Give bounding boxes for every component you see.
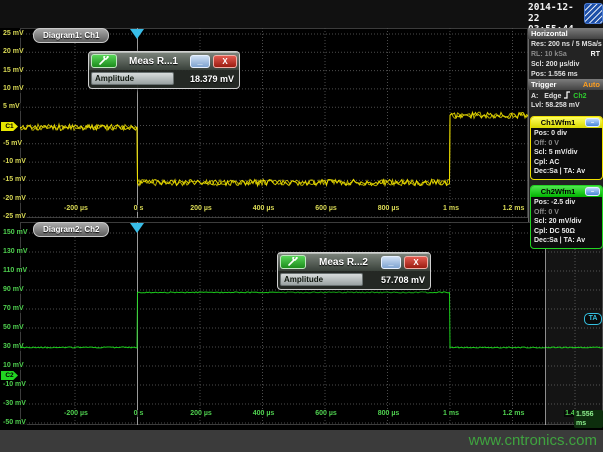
horizontal-rows: Res: 200 ns / 5 MSa/sRL: 10 kSaRTScl: 20… [528, 39, 603, 79]
meas1-titlebar[interactable]: Meas R...1 _ X [89, 52, 239, 70]
meas-result-window-2[interactable]: Meas R...2 _ X Amplitude 57.708 mV [277, 252, 431, 290]
wrench-icon-glyph [98, 56, 110, 66]
ch2-setting-row: Pos: -2.5 div [534, 198, 599, 208]
trigger-mode-badge: Auto [583, 79, 600, 90]
ch2-setting-row: Scl: 20 mV/div [534, 217, 599, 227]
trigger-position-marker-d1[interactable] [130, 29, 144, 39]
tab-diagram1[interactable]: Diagram1: Ch1 [33, 28, 109, 43]
trigger-title: Trigger [531, 79, 556, 90]
meas1-parameter[interactable]: Amplitude [91, 72, 174, 85]
ch1-setting-row: Scl: 5 mV/div [534, 148, 599, 158]
horizontal-section-header[interactable]: Horizontal [528, 28, 603, 39]
close-button[interactable]: X [404, 256, 428, 269]
trigger-position-marker-d2[interactable] [130, 223, 144, 233]
ch2-setting-row: Dec:Sa | TA: Av [534, 236, 599, 246]
ch1-box-header[interactable]: Ch1Wfm1 – [531, 117, 602, 128]
meas1-title: Meas R...1 [120, 56, 187, 67]
ch2-box-header[interactable]: Ch2Wfm1 – [531, 186, 602, 197]
channel1-offset-marker[interactable]: C1 [1, 122, 18, 131]
meas2-parameter[interactable]: Amplitude [280, 273, 363, 286]
ch2-box-title: Ch2Wfm1 [531, 187, 585, 196]
x-axis-end-time-label: 1.556 ms [574, 410, 603, 428]
diagram1-y-tick-label: 5 mV [2, 103, 21, 111]
rising-edge-icon [563, 90, 571, 99]
horizontal-setting-row: Res: 200 ns / 5 MSa/s [528, 39, 603, 49]
bottom-strip: www.cntronics.com [0, 430, 603, 452]
trigger-source-row: A: Edge Ch2 [528, 90, 603, 100]
meas-result-window-1[interactable]: Meas R...1 _ X Amplitude 18.379 mV [88, 51, 240, 89]
ch2-setting-row: Off: 0 V [534, 208, 599, 218]
trigger-source-channel: Ch2 [573, 93, 586, 100]
minimize-button[interactable]: _ [381, 256, 401, 269]
minimize-icon[interactable]: – [585, 187, 600, 196]
meas1-body: Amplitude 18.379 mV [89, 70, 239, 88]
wrench-icon[interactable] [280, 255, 306, 269]
horizontal-setting-row: Scl: 200 µs/div [528, 59, 603, 69]
ch1-settings-box[interactable]: Ch1Wfm1 – Pos: 0 divOff: 0 VScl: 5 mV/di… [530, 116, 603, 180]
horizontal-setting-row: Pos: 1.556 ms [528, 69, 603, 79]
channel2-offset-marker[interactable]: C2 [1, 371, 18, 380]
minimize-button[interactable]: _ [190, 55, 210, 68]
oscilloscope-screen: 2014-12-22 03:55:44 Diagram1: Ch1 C1 25 … [0, 0, 603, 452]
trigger-source-label: A: Edge Ch2 [531, 90, 587, 100]
minimize-icon[interactable]: – [585, 118, 600, 127]
meas2-value: 57.708 mV [363, 275, 428, 285]
watermark-link[interactable]: www.cntronics.com [469, 430, 597, 452]
ch1-setting-row: Pos: 0 div [534, 129, 599, 139]
trigger-level-row: Lvl: 58.258 mV [528, 100, 603, 110]
panel-splitter[interactable] [545, 243, 546, 425]
ch2-setting-row: Cpl: DC 50Ω [534, 227, 599, 237]
meas1-value: 18.379 mV [174, 74, 237, 84]
trace-arithmetic-badge[interactable]: TA [584, 313, 602, 325]
ch1-setting-row: Dec:Sa | TA: Av [534, 167, 599, 177]
horizontal-setting-row: RL: 10 kSaRT [528, 49, 603, 59]
horizontal-section[interactable]: Horizontal Res: 200 ns / 5 MSa/sRL: 10 k… [528, 28, 603, 79]
ch1-setting-row: Off: 0 V [534, 139, 599, 149]
wrench-icon[interactable] [91, 54, 117, 68]
date-label: 2014-12-22 [528, 2, 584, 24]
meas2-body: Amplitude 57.708 mV [278, 271, 430, 289]
close-button[interactable]: X [213, 55, 237, 68]
ch1-box-title: Ch1Wfm1 [531, 118, 585, 127]
top-bar [0, 0, 603, 28]
meas2-titlebar[interactable]: Meas R...2 _ X [278, 253, 430, 271]
trigger-section-header[interactable]: Trigger Auto [528, 79, 603, 90]
wrench-icon-glyph [287, 257, 299, 267]
tab-diagram2[interactable]: Diagram2: Ch2 [33, 222, 109, 237]
ch1-setting-row: Cpl: AC [534, 158, 599, 168]
ch2-box-rows: Pos: -2.5 divOff: 0 VScl: 20 mV/divCpl: … [531, 197, 602, 248]
ch2-settings-box[interactable]: Ch2Wfm1 – Pos: -2.5 divOff: 0 VScl: 20 m… [530, 185, 603, 249]
rohde-schwarz-logo [584, 3, 603, 24]
trigger-section[interactable]: Trigger Auto A: Edge Ch2 Lvl: 58.258 mV [528, 79, 603, 110]
ch1-box-rows: Pos: 0 divOff: 0 VScl: 5 mV/divCpl: ACDe… [531, 128, 602, 179]
horizontal-title: Horizontal [531, 28, 568, 39]
meas2-title: Meas R...2 [309, 257, 378, 268]
